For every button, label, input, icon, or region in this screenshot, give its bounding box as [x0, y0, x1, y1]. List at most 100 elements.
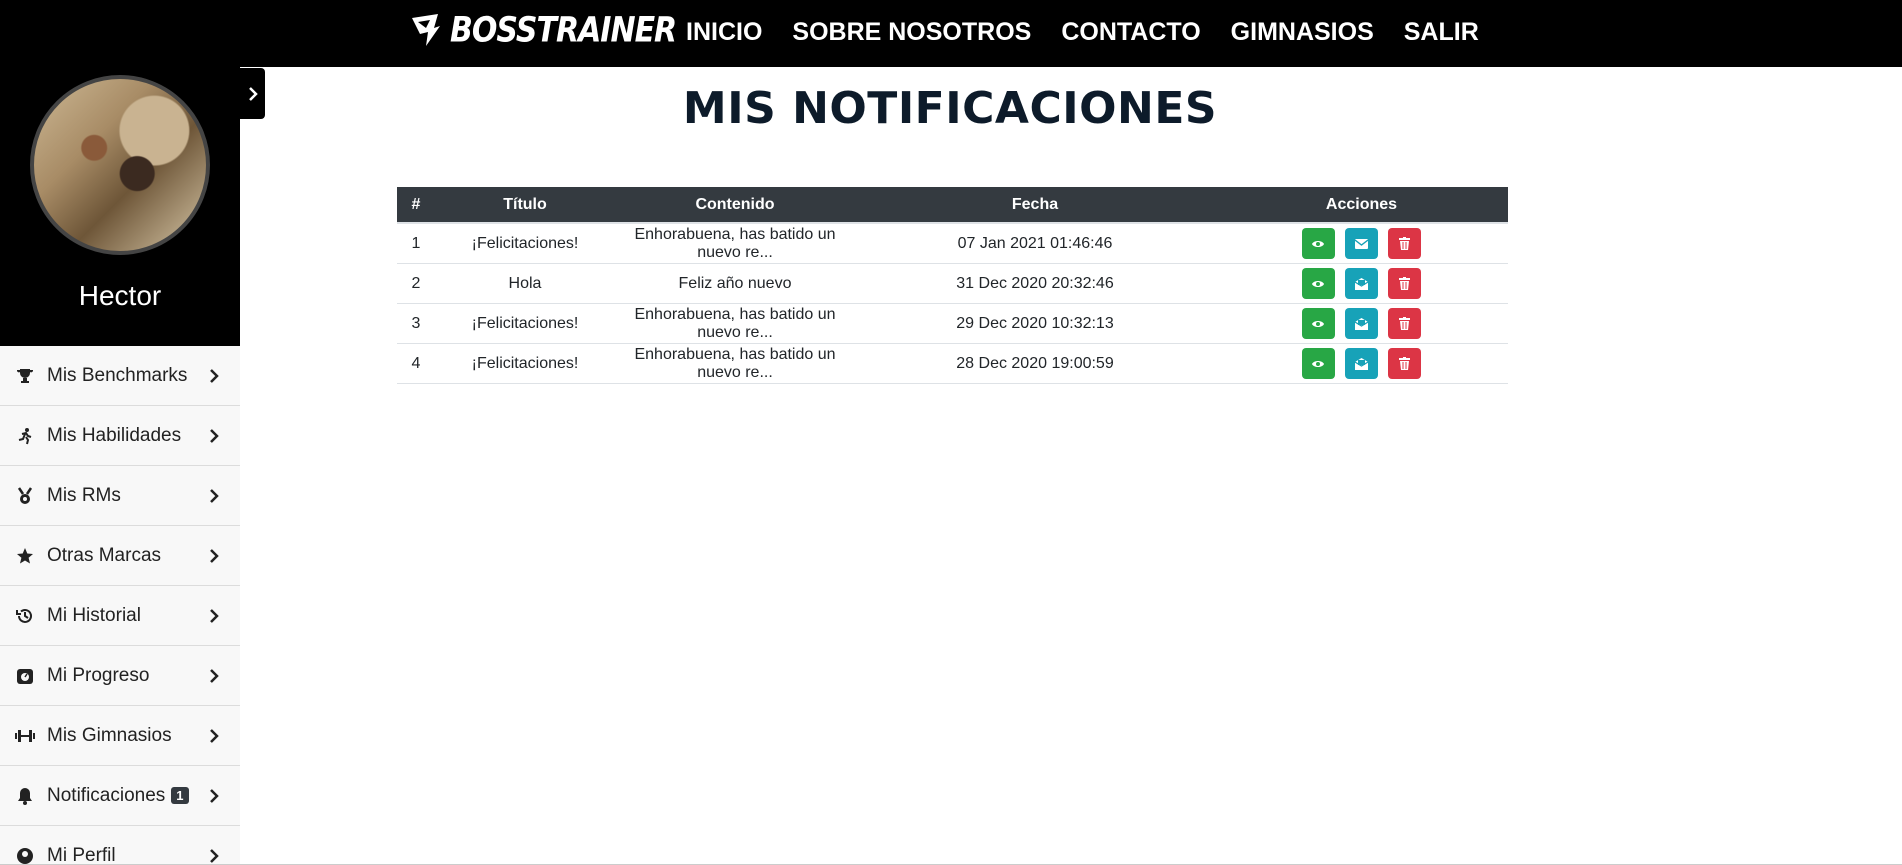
sidebar-item-mis-gimnasios[interactable]: Mis Gimnasios — [0, 706, 240, 766]
progress-icon — [15, 666, 35, 686]
eye-icon — [1312, 240, 1325, 247]
sidebar-item-mi-historial[interactable]: Mi Historial — [0, 586, 240, 646]
chevron-right-icon — [210, 788, 219, 803]
chevron-right-icon — [210, 368, 219, 383]
table-row: 4 ¡Felicitaciones! Enhorabuena, has bati… — [397, 343, 1508, 384]
chevron-right-icon — [210, 608, 219, 623]
running-icon — [15, 426, 35, 446]
trash-icon — [1399, 357, 1411, 370]
row-content: Feliz año nuevo — [615, 263, 855, 304]
page-title: MIS NOTIFICACIONES — [682, 83, 1218, 134]
column-header-actions: Acciones — [1215, 187, 1508, 223]
chevron-right-icon — [248, 86, 258, 101]
view-button[interactable] — [1301, 228, 1335, 259]
row-content: Enhorabuena, has batido un nuevo re... — [615, 222, 855, 264]
sidebar-item-label: Mi Perfil — [47, 844, 116, 865]
main-nav: INICIO SOBRE NOSOTROS CONTACTO GIMNASIOS… — [686, 18, 1509, 47]
delete-button[interactable] — [1388, 348, 1422, 379]
envelope-open-icon — [1355, 358, 1368, 370]
eye-icon — [1312, 360, 1325, 367]
star-icon — [15, 546, 35, 566]
row-date: 28 Dec 2020 19:00:59 — [855, 343, 1215, 384]
notifications-table: # Título Contenido Fecha Acciones 1 ¡Fel… — [397, 187, 1508, 384]
table-header-row: # Título Contenido Fecha Acciones — [397, 187, 1508, 223]
chevron-right-icon — [210, 548, 219, 563]
sidebar-item-mis-benchmarks[interactable]: Mis Benchmarks — [0, 346, 240, 406]
sidebar-item-label: Mis Habilidades — [47, 424, 182, 446]
nav-link-salir[interactable]: SALIR — [1404, 18, 1479, 47]
sidebar-item-mi-progreso[interactable]: Mi Progreso — [0, 646, 240, 706]
user-icon — [15, 846, 35, 865]
sidebar-item-mis-rms[interactable]: Mis RMs — [0, 466, 240, 526]
row-number: 4 — [397, 343, 435, 384]
trash-icon — [1399, 277, 1411, 290]
sidebar-menu: Mis Benchmarks Mis Habilidades Mis RMs O… — [0, 346, 240, 865]
mark-unread-button[interactable] — [1345, 268, 1378, 299]
chevron-right-icon — [210, 668, 219, 683]
sidebar-toggle-button[interactable] — [240, 68, 265, 119]
trash-icon — [1399, 237, 1411, 250]
row-date: 07 Jan 2021 01:46:46 — [855, 222, 1215, 264]
delete-button[interactable] — [1388, 268, 1422, 299]
nav-link-gimnasios[interactable]: GIMNASIOS — [1231, 18, 1374, 47]
chevron-right-icon — [210, 428, 219, 443]
dumbbell-icon — [15, 726, 35, 746]
brand-logo[interactable]: BOSSTRAINER — [408, 9, 677, 51]
nav-link-inicio[interactable]: INICIO — [686, 18, 762, 47]
row-actions — [1215, 343, 1508, 384]
sidebar-item-label: Notificaciones 1 — [47, 785, 189, 807]
nav-link-sobre-nosotros[interactable]: SOBRE NOSOTROS — [792, 18, 1031, 47]
logo-icon — [412, 14, 440, 46]
medal-icon — [15, 486, 35, 506]
column-header-content: Contenido — [615, 187, 855, 223]
trash-icon — [1399, 317, 1411, 330]
row-content: Enhorabuena, has batido un nuevo re... — [615, 343, 855, 384]
sidebar-item-label: Mis Gimnasios — [47, 724, 172, 746]
view-button[interactable] — [1301, 348, 1335, 379]
row-actions — [1215, 263, 1508, 304]
mark-unread-button[interactable] — [1345, 348, 1378, 379]
sidebar-item-mis-habilidades[interactable]: Mis Habilidades — [0, 406, 240, 466]
history-icon — [15, 606, 35, 626]
row-date: 31 Dec 2020 20:32:46 — [855, 263, 1215, 304]
eye-icon — [1312, 280, 1325, 287]
sidebar-item-otras-marcas[interactable]: Otras Marcas — [0, 526, 240, 586]
sidebar-item-label: Mis RMs — [47, 484, 121, 506]
delete-button[interactable] — [1388, 308, 1422, 339]
row-title: ¡Felicitaciones! — [435, 343, 615, 384]
delete-button[interactable] — [1388, 228, 1422, 259]
row-number: 2 — [397, 263, 435, 304]
nav-link-contacto[interactable]: CONTACTO — [1061, 18, 1200, 47]
view-button[interactable] — [1301, 268, 1335, 299]
bell-icon — [15, 786, 35, 806]
mark-unread-button[interactable] — [1345, 308, 1378, 339]
row-title: ¡Felicitaciones! — [435, 303, 615, 344]
table-row: 1 ¡Felicitaciones! Enhorabuena, has bati… — [397, 222, 1508, 264]
notification-count-badge: 1 — [171, 786, 189, 804]
row-content: Enhorabuena, has batido un nuevo re... — [615, 303, 855, 344]
brand-name: BOSSTRAINER — [450, 9, 677, 51]
row-title: ¡Felicitaciones! — [435, 222, 615, 264]
chevron-right-icon — [210, 728, 219, 743]
eye-icon — [1312, 320, 1325, 327]
sidebar-item-label-text: Notificaciones — [47, 784, 166, 806]
sidebar-item-mi-perfil[interactable]: Mi Perfil — [0, 826, 240, 865]
profile-name: Hector — [78, 280, 162, 311]
trophy-icon — [15, 366, 35, 386]
sidebar-item-label: Otras Marcas — [47, 544, 162, 566]
column-header-title: Título — [435, 187, 615, 223]
row-number: 1 — [397, 222, 435, 264]
sidebar-item-label: Mi Historial — [47, 604, 141, 626]
row-title: Hola — [435, 263, 615, 304]
row-actions — [1215, 222, 1508, 264]
mark-read-button[interactable] — [1345, 228, 1378, 259]
sidebar-item-label: Mis Benchmarks — [47, 364, 188, 386]
profile-panel: Hector — [0, 67, 240, 346]
view-button[interactable] — [1301, 308, 1335, 339]
table-row: 2 Hola Feliz año nuevo 31 Dec 2020 20:32… — [397, 263, 1508, 304]
chevron-right-icon — [210, 848, 219, 863]
envelope-open-icon — [1355, 318, 1368, 330]
chevron-right-icon — [210, 488, 219, 503]
sidebar-item-notificaciones[interactable]: Notificaciones 1 — [0, 766, 240, 826]
row-number: 3 — [397, 303, 435, 344]
